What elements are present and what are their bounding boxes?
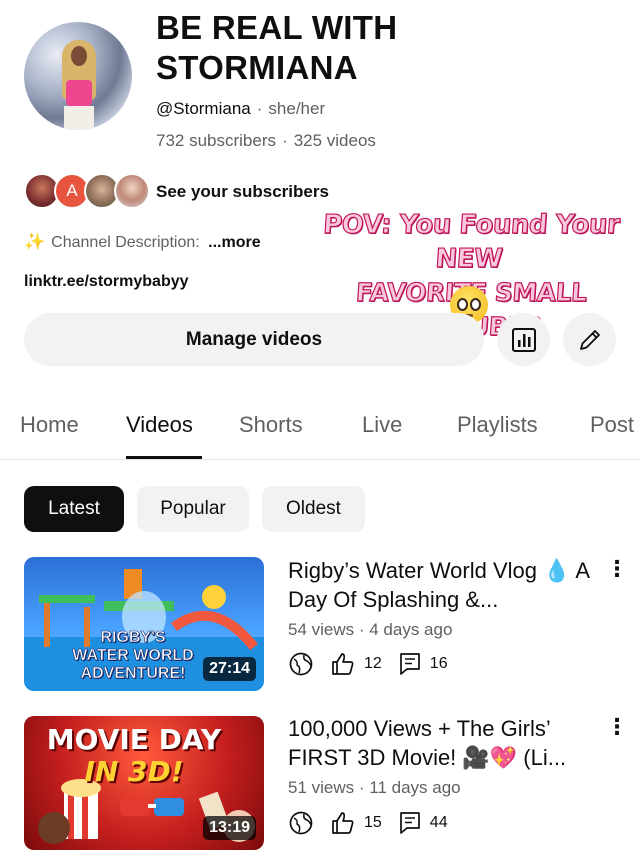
description-more[interactable]: ...more [208,234,260,251]
video-title[interactable]: Rigby’s Water World Vlog 💧 A Day Of Spla… [288,556,598,614]
thumbnail-text: MOVIE DAY IN 3D! [46,723,222,788]
thumbnail-text: RIGBY'S WATER WORLD ADVENTURE! [72,629,194,683]
subscriber-count: 732 subscribers [156,131,277,150]
video-duration: 13:19 [203,816,256,840]
comment-count: 44 [429,814,448,831]
overlay-line-1: POV: You Found Your NEW [321,209,621,274]
filter-popular[interactable]: Popular [137,486,249,532]
video-meta: 51 views · 11 days ago [288,778,461,797]
like-count: 12 [364,655,382,672]
video-thumbnail[interactable]: MOVIE DAY IN 3D! 13:19 [24,716,264,850]
channel-avatar[interactable] [24,22,132,130]
globe-icon [288,651,314,677]
comment-icon [398,651,422,677]
comment-count: 16 [429,655,448,672]
channel-pronouns: she/her [268,99,326,118]
channel-stats: 732 subscribers · 325 videos [156,131,376,151]
globe-icon [288,810,314,836]
video-meta: 54 views · 4 days ago [288,620,453,639]
manage-videos-button[interactable]: Manage videos [24,313,484,366]
subscriber-avatars[interactable]: A [24,173,150,209]
like-count: 15 [364,814,382,831]
channel-handle: @Stormiana [156,99,251,118]
video-thumbnail[interactable]: RIGBY'S WATER WORLD ADVENTURE! 27:14 [24,557,264,691]
video-duration: 27:14 [203,657,256,681]
channel-link[interactable]: linktr.ee/stormybabyy [24,273,189,291]
view-count: 54 views [288,620,355,639]
channel-tabs: Home Videos Shorts Live Playlists Post [0,398,640,460]
separator-dot: · [282,131,288,150]
tab-videos[interactable]: Videos [126,412,193,438]
video-stats: 12 16 [288,650,448,678]
channel-handle-line: @Stormiana · she/her [156,99,325,119]
edit-button[interactable] [563,313,616,366]
tab-live[interactable]: Live [362,412,402,438]
channel-name: BE REAL WITH STORMIANA [156,9,398,86]
channel-description[interactable]: ✨ Channel Description: ...more [24,232,261,252]
avatar-figure [62,40,96,130]
like-icon [330,810,356,836]
more-options-icon[interactable]: ⋮ [606,714,628,740]
see-subscribers-link[interactable]: See your subscribers [156,182,329,202]
sparkle-icon: ✨ [24,232,46,251]
comment-icon [398,810,422,836]
more-options-icon[interactable]: ⋮ [606,556,628,582]
tab-shorts[interactable]: Shorts [239,412,303,438]
tab-home[interactable]: Home [20,412,79,438]
active-tab-indicator [126,456,202,459]
video-title[interactable]: 100,000 Views + The Girls’ FIRST 3D Movi… [288,714,598,772]
filter-oldest[interactable]: Oldest [262,486,365,532]
upload-age: 4 days ago [369,620,453,639]
tab-posts[interactable]: Post [590,412,634,438]
pencil-icon [579,329,600,350]
video-stats: 15 44 [288,809,448,837]
separator-dot: · [256,99,263,118]
upload-age: 11 days ago [369,778,461,797]
description-text: Channel Description: [51,234,205,251]
view-count: 51 views [288,778,355,797]
like-icon [330,651,356,677]
filter-latest[interactable]: Latest [24,486,124,532]
subscriber-avatar [114,173,150,209]
video-count: 325 videos [293,131,376,150]
analytics-button[interactable] [497,313,550,366]
analytics-icon [511,327,536,352]
tab-playlists[interactable]: Playlists [457,412,538,438]
